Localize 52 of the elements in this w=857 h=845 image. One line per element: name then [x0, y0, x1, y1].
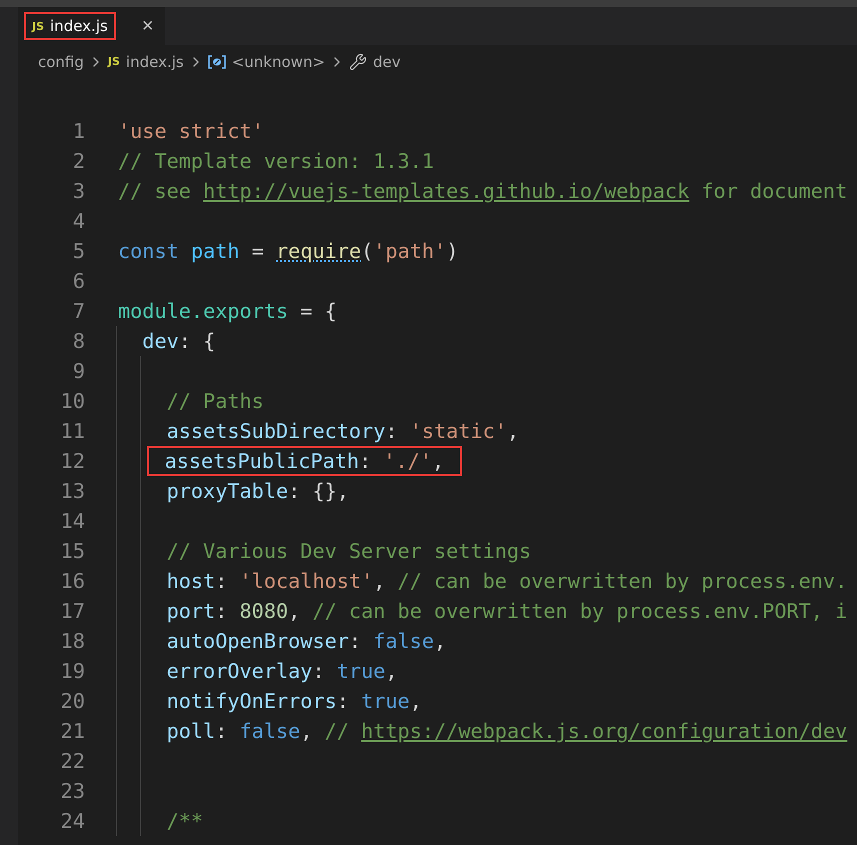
code-line: proxyTable: {}, [166, 478, 350, 505]
breadcrumb-item[interactable]: config [38, 52, 84, 70]
line-number: 1 [72, 118, 85, 145]
code-line: port: 8080, // can be overwritten by process.env.PORT, i [166, 598, 848, 625]
js-file-icon: JS [108, 55, 120, 68]
line-number: 4 [72, 208, 85, 235]
line-number: 20 [60, 688, 85, 715]
js-file-icon: JS [32, 20, 44, 32]
line-number: 15 [60, 538, 85, 565]
code-line: dev: { [141, 328, 216, 355]
line-number: 18 [60, 628, 85, 655]
code-line: // see http://vuejs-templates.github.io/webpack for document [117, 178, 848, 205]
line-number: 8 [72, 328, 85, 355]
code-line: notifyOnErrors: true, [166, 688, 423, 715]
line-number: 11 [60, 418, 85, 445]
code-line: errorOverlay: true, [166, 658, 399, 685]
line-number: 22 [60, 748, 85, 775]
line-number: 6 [72, 268, 85, 295]
breadcrumb-item[interactable]: <unknown> [232, 52, 326, 70]
line-number: 2 [72, 148, 85, 175]
line-number: 13 [60, 478, 85, 505]
line-number: 16 [60, 568, 85, 595]
line-number: 7 [72, 298, 85, 325]
close-button[interactable]: × [138, 16, 158, 36]
code-line: poll: false, // https://webpack.js.org/configuration/dev [166, 718, 848, 745]
line-number: 14 [60, 508, 85, 535]
code-line: // Paths [166, 388, 265, 415]
tab-label: index.js [50, 17, 108, 35]
line-number: 9 [72, 358, 85, 385]
code-line: autoOpenBrowser: false, [166, 628, 448, 655]
wrench-icon [349, 52, 368, 70]
line-number: 19 [60, 658, 85, 685]
line-number: 10 [60, 388, 85, 415]
line-number: 23 [60, 778, 85, 805]
code-line: // Various Dev Server settings [166, 538, 532, 565]
editor-tab[interactable]: JS index.js × [18, 7, 165, 45]
code-line: assetsSubDirectory: 'static', [166, 418, 520, 445]
line-number: 21 [60, 718, 85, 745]
variable-symbol-icon [208, 54, 226, 70]
code-line: const path = require('path') [117, 238, 460, 265]
line-number: 3 [72, 178, 85, 205]
line-number: 12 [60, 448, 85, 475]
line-number: 5 [72, 238, 85, 265]
code-line: host: 'localhost', // can be overwritten by process.env. [166, 568, 848, 595]
line-number: 24 [60, 808, 85, 835]
code-line: module.exports = { [117, 298, 338, 325]
breadcrumb-item[interactable]: index.js [126, 52, 184, 70]
breadcrumb-item[interactable]: dev [373, 52, 401, 70]
code-line: /** [166, 808, 204, 835]
code-line: // Template version: 1.3.1 [117, 148, 436, 175]
code-line: 'use strict' [117, 118, 265, 145]
line-number: 17 [60, 598, 85, 625]
